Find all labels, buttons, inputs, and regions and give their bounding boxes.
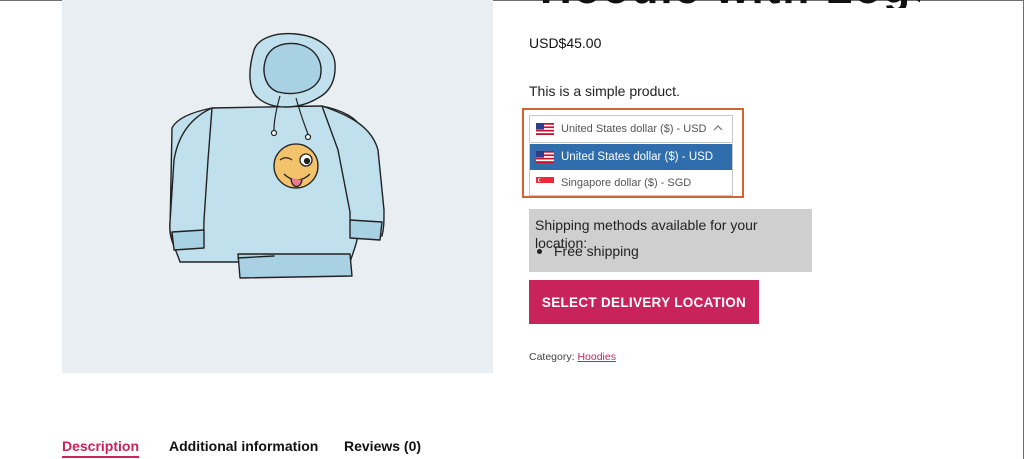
product-short-description: This is a simple product. — [529, 83, 680, 99]
category-label: Category: — [529, 351, 575, 363]
tab-description[interactable]: Description — [62, 438, 140, 458]
product-image[interactable] — [62, 0, 493, 373]
sg-flag-icon — [536, 177, 554, 189]
tab-label: Description — [62, 438, 140, 454]
currency-option-usd[interactable]: United States dollar ($) - USD — [530, 144, 732, 170]
us-flag-icon — [536, 151, 554, 163]
product-category: Category: Hoodies — [529, 351, 616, 363]
chevron-up-icon — [713, 125, 723, 131]
tab-label: Additional information — [169, 438, 319, 454]
currency-options-list: United States dollar ($) - USD Singapore… — [529, 144, 733, 196]
currency-select-value: United States dollar ($) - USD — [561, 123, 707, 135]
select-delivery-location-button[interactable]: SELECT DELIVERY LOCATION — [529, 280, 759, 324]
category-link-hoodies[interactable]: Hoodies — [577, 351, 616, 363]
product-title: Hoodie with Logo — [540, 0, 920, 8]
product-price: USD$45.00 — [529, 35, 602, 51]
currency-option-sgd[interactable]: Singapore dollar ($) - SGD — [530, 170, 732, 196]
tab-label: Reviews (0) — [344, 438, 422, 454]
active-tab-underline — [62, 456, 140, 458]
bullet-icon — [537, 248, 542, 254]
shipping-method-item: Free shipping — [537, 243, 639, 259]
currency-option-label: United States dollar ($) - USD — [561, 151, 714, 163]
shipping-method-label: Free shipping — [554, 243, 639, 259]
hoodie-illustration — [169, 32, 385, 279]
us-flag-icon — [536, 123, 554, 135]
tab-additional-information[interactable]: Additional information — [169, 438, 318, 454]
currency-option-label: Singapore dollar ($) - SGD — [561, 177, 692, 189]
tab-reviews[interactable]: Reviews (0) — [344, 438, 421, 454]
shipping-methods-box: Shipping methods available for your loca… — [529, 209, 812, 272]
currency-select[interactable]: United States dollar ($) - USD — [529, 115, 733, 143]
